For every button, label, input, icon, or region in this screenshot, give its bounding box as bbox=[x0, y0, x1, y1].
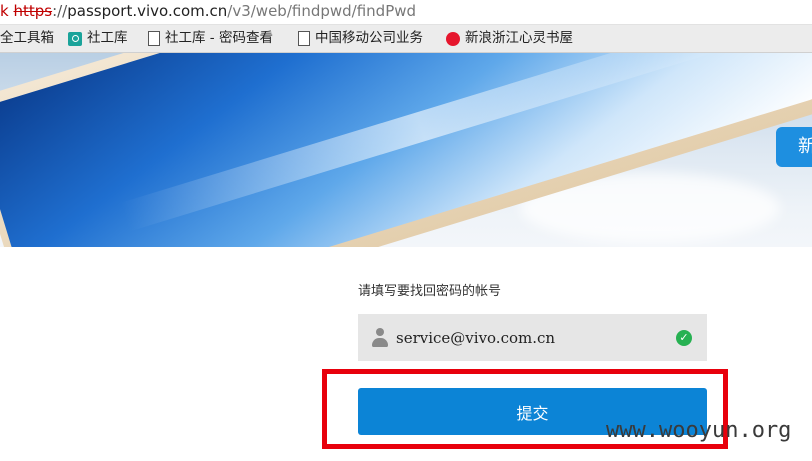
account-prompt: 请填写要找回密码的帐号 bbox=[358, 284, 502, 299]
tool-icon bbox=[68, 31, 82, 46]
bookmark-label: 社工库 bbox=[87, 30, 128, 46]
url-prefix: k bbox=[0, 2, 14, 20]
banner-button[interactable]: 新 bbox=[776, 127, 812, 167]
page-icon bbox=[298, 31, 310, 46]
url-path: /v3/web/findpwd/findPwd bbox=[227, 2, 417, 20]
page-icon bbox=[148, 31, 160, 46]
account-field: ✓ bbox=[358, 314, 707, 361]
watermark: www.wooyun.org bbox=[606, 418, 792, 443]
user-icon bbox=[371, 328, 389, 348]
bookmark-label: 社工库 - 密码查看 bbox=[165, 30, 273, 46]
check-circle-icon: ✓ bbox=[676, 330, 692, 346]
bookmark-label: 新浪浙江心灵书屋 bbox=[465, 30, 573, 46]
url-separator: :// bbox=[52, 2, 68, 20]
url-host: passport.vivo.com.cn bbox=[67, 2, 228, 20]
bookmark-label: 中国移动公司业务 bbox=[315, 30, 423, 46]
weibo-icon bbox=[446, 31, 460, 46]
bookmark-china-mobile[interactable]: 中国移动公司业务 bbox=[298, 25, 423, 52]
account-input[interactable] bbox=[396, 314, 666, 361]
bookmark-label: 全工具箱 bbox=[0, 30, 54, 46]
address-bar[interactable]: k https://passport.vivo.com.cn/v3/web/fi… bbox=[0, 0, 812, 25]
bookmark-toolbox[interactable]: 全工具箱 bbox=[0, 25, 54, 52]
url-protocol: https bbox=[13, 2, 53, 20]
bookmark-sina-zhejiang[interactable]: 新浪浙江心灵书屋 bbox=[446, 25, 573, 52]
bookmark-sgk[interactable]: 社工库 bbox=[68, 25, 128, 52]
hero-banner: 新 bbox=[0, 53, 812, 247]
bookmark-sgk-password[interactable]: 社工库 - 密码查看 bbox=[148, 25, 273, 52]
bookmarks-bar: 全工具箱 社工库 社工库 - 密码查看 中国移动公司业务 新浪浙江心灵书屋 bbox=[0, 25, 812, 53]
